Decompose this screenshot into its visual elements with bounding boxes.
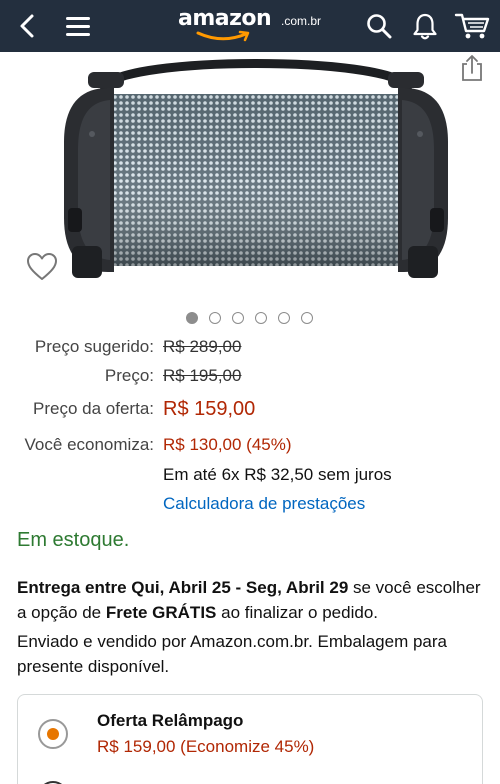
- add-to-wishlist-button[interactable]: [26, 252, 58, 282]
- flash-offer-radio[interactable]: [38, 719, 68, 749]
- speaker-illustration: [64, 59, 448, 278]
- share-icon: [462, 55, 482, 81]
- installment-calculator-link[interactable]: Calculadora de prestações: [163, 494, 365, 514]
- notifications-button[interactable]: [408, 0, 442, 52]
- logo-domain: .com.br: [281, 14, 322, 28]
- delivery-info: Entrega entre Qui, Abril 25 - Seg, Abril…: [17, 575, 487, 625]
- cart-button[interactable]: [450, 0, 494, 52]
- list-price-label: Preço:: [104, 366, 154, 385]
- carousel-dot[interactable]: [278, 312, 290, 324]
- savings-row: Você economiza: R$ 130,00 (45%): [0, 435, 500, 463]
- search-icon: [367, 14, 392, 39]
- offer-price-value: R$ 159,00: [163, 398, 256, 420]
- carousel-dot[interactable]: [232, 312, 244, 324]
- hamburger-menu-icon: [66, 17, 90, 36]
- chevron-left-icon: [20, 14, 34, 38]
- suggested-price-value: R$ 289,00: [163, 337, 242, 356]
- radio-selected-dot: [47, 728, 59, 740]
- heart-icon: [27, 253, 57, 280]
- buying-options-box: Oferta Relâmpago R$ 159,00 (Economize 45…: [17, 694, 483, 784]
- carousel-dot[interactable]: [255, 312, 267, 324]
- offer-price-label: Preço da oferta:: [33, 399, 154, 418]
- cart-icon: [454, 13, 490, 39]
- savings-value: R$ 130,00 (45%): [163, 435, 292, 454]
- suggested-price-row: Preço sugerido: R$ 289,00: [0, 337, 500, 365]
- image-carousel-indicator[interactable]: [186, 312, 313, 324]
- delivery-date-range: Entrega entre Qui, Abril 25 - Seg, Abril…: [17, 578, 349, 597]
- list-price-row: Preço: R$ 195,00: [0, 366, 500, 394]
- list-price-value: R$ 195,00: [163, 366, 242, 385]
- savings-label: Você economiza:: [24, 435, 154, 454]
- amazon-logo[interactable]: amazon .com.br: [178, 4, 328, 48]
- top-nav-bar: amazon .com.br: [0, 0, 500, 52]
- menu-button[interactable]: [58, 0, 98, 52]
- free-shipping-text: Frete GRÁTIS: [105, 603, 217, 622]
- seller-info: Enviado e vendido por Amazon.com.br. Emb…: [17, 632, 447, 676]
- share-button[interactable]: [458, 54, 486, 82]
- search-button[interactable]: [362, 0, 396, 52]
- stock-status: Em estoque.: [17, 529, 130, 551]
- bell-icon: [413, 13, 437, 40]
- installments-text: Em até 6x R$ 32,50 sem juros: [163, 465, 392, 484]
- carousel-dot[interactable]: [209, 312, 221, 324]
- flash-offer-price: R$ 159,00 (Economize 45%): [97, 737, 315, 756]
- suggested-price-label: Preço sugerido:: [34, 337, 154, 356]
- product-image[interactable]: [58, 58, 454, 298]
- back-button[interactable]: [8, 0, 48, 52]
- carousel-dot[interactable]: [186, 312, 198, 324]
- logo-wordmark: amazon: [178, 6, 272, 31]
- offer-price-row: Preço da oferta: R$ 159,00: [0, 398, 500, 427]
- carousel-dot[interactable]: [301, 312, 313, 324]
- delivery-text-end: ao finalizar o pedido.: [216, 603, 378, 622]
- smile-arrow-icon: [196, 30, 250, 42]
- flash-offer-title[interactable]: Oferta Relâmpago: [97, 711, 243, 731]
